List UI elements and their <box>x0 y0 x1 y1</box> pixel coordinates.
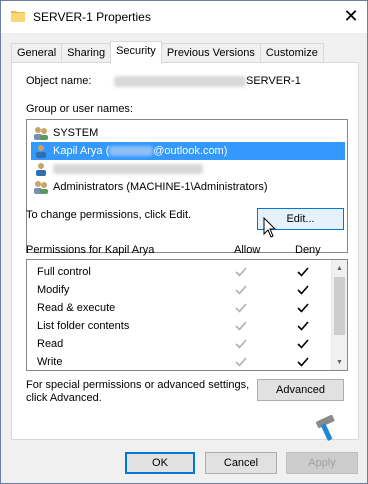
permission-name: List folder contents <box>37 320 130 332</box>
permission-row: Full control <box>27 264 333 282</box>
deny-check-icon <box>297 321 309 331</box>
close-icon: ✕ <box>343 5 359 26</box>
permission-row: Read & execute <box>27 300 333 318</box>
scroll-thumb[interactable] <box>334 277 345 335</box>
allow-check-icon <box>235 321 247 331</box>
deny-check-icon <box>297 339 309 349</box>
redacted-path <box>114 75 246 87</box>
permission-row: List folder contents <box>27 318 333 336</box>
deny-check-icon <box>297 285 309 295</box>
deny-check-icon <box>297 303 309 313</box>
advanced-text-line2: click Advanced. <box>26 392 102 404</box>
permission-name: Read & execute <box>37 302 116 314</box>
permissions-for-label: Permissions for Kapil Arya <box>26 244 155 256</box>
tab-previous-versions[interactable]: Previous Versions <box>160 43 261 63</box>
object-name-text: SERVER-1 <box>246 75 301 87</box>
permissions-list: Full control Modify Read & execute List fol… <box>26 259 348 371</box>
list-item[interactable]: SYSTEM <box>31 124 345 142</box>
group-icon <box>34 127 48 140</box>
folder-icon <box>11 11 25 22</box>
allow-check-icon <box>235 267 247 277</box>
allow-check-icon <box>235 285 247 295</box>
permission-row: Modify <box>27 282 333 300</box>
properties-window: SERVER-1 Properties ✕ General Sharing Se… <box>0 0 368 484</box>
user-name: Administrators (MACHINE-1\Administrators… <box>53 181 268 193</box>
tab-general[interactable]: General <box>11 43 63 63</box>
permission-row: Write <box>27 354 333 370</box>
redacted-email <box>109 146 154 156</box>
tab-customize[interactable]: Customize <box>259 43 324 63</box>
hammer-logo-icon <box>315 415 335 441</box>
object-name-value: SERVER-1 <box>114 75 301 87</box>
allow-header: Allow <box>234 244 261 256</box>
allow-check-icon <box>235 339 247 349</box>
deny-check-icon <box>297 267 309 277</box>
list-item[interactable] <box>31 160 345 178</box>
cancel-button[interactable]: Cancel <box>205 452 277 474</box>
deny-check-icon <box>297 357 309 367</box>
change-permissions-text: To change permissions, click Edit. <box>26 209 192 221</box>
allow-check-icon <box>235 357 247 367</box>
groups-label: Group or user names: <box>26 103 133 115</box>
allow-check-icon <box>235 303 247 313</box>
tab-security[interactable]: Security <box>110 41 162 64</box>
list-item[interactable]: Administrators (MACHINE-1\Administrators… <box>31 178 345 196</box>
tab-strip: General Sharing Security Previous Versio… <box>11 41 324 64</box>
mouse-cursor-icon <box>263 217 277 238</box>
permission-row: Read <box>27 336 333 354</box>
user-icon <box>36 163 46 176</box>
security-panel: Object name: SERVER-1 Group or user name… <box>11 62 359 441</box>
user-icon <box>36 145 46 158</box>
title-bar[interactable]: SERVER-1 Properties ✕ <box>1 1 367 33</box>
permission-name: Full control <box>37 266 91 278</box>
window-title: SERVER-1 Properties <box>33 10 151 24</box>
ok-button[interactable]: OK <box>125 452 195 474</box>
user-email-domain: @outlook.com) <box>153 145 228 157</box>
scroll-up-icon[interactable]: ▲ <box>332 260 347 276</box>
redacted-user <box>53 164 203 174</box>
advanced-text-line1: For special permissions or advanced sett… <box>26 379 250 391</box>
permission-name: Read <box>37 338 64 350</box>
user-name: Kapil Arya ( <box>53 145 110 157</box>
object-name-label: Object name: <box>26 75 92 87</box>
list-item[interactable]: Kapil Arya ( @outlook.com) <box>31 142 345 160</box>
group-icon <box>34 181 48 194</box>
close-button[interactable]: ✕ <box>335 1 367 31</box>
advanced-button[interactable]: Advanced <box>257 379 344 401</box>
permission-name: Modify <box>37 284 70 296</box>
scroll-down-icon[interactable]: ▼ <box>332 354 347 370</box>
apply-button[interactable]: Apply <box>286 452 358 474</box>
tab-sharing[interactable]: Sharing <box>61 43 112 63</box>
permission-name: Write <box>37 356 63 368</box>
permissions-scrollbar[interactable]: ▲ ▼ <box>331 260 347 370</box>
user-list[interactable]: SYSTEM Kapil Arya ( @outlook.com) Admini… <box>26 119 348 253</box>
user-name: SYSTEM <box>53 127 99 139</box>
deny-header: Deny <box>295 244 321 256</box>
